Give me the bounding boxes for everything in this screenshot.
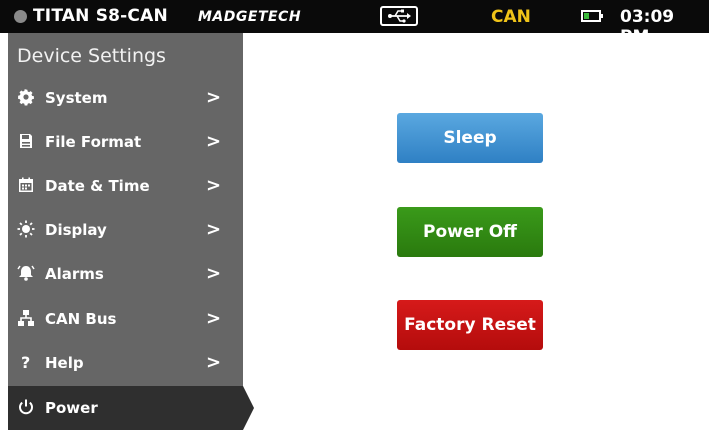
chevron-right-icon: > [206,87,222,108]
power-icon [17,398,35,416]
sidebar-item-label: CAN Bus [45,310,117,328]
sidebar-item-alarms[interactable]: Alarms > [8,252,243,296]
sidebar-item-file-format[interactable]: File Format > [8,120,243,164]
battery-icon [581,10,603,22]
bell-icon [17,264,35,282]
sidebar-title: Device Settings [17,45,166,67]
question-icon: ? [17,353,35,372]
sidebar-item-label: Date & Time [45,177,150,195]
chevron-right-icon: > [206,308,222,329]
power-off-button[interactable]: Power Off [397,207,543,257]
chevron-right-icon: > [206,263,222,284]
chevron-right-icon: > [206,175,222,196]
svg-text:?: ? [21,353,30,371]
status-bar: TITAN S8-CAN MADGETECH CAN 03:09 PM [0,0,709,47]
sidebar-item-help[interactable]: ? Help > [8,341,243,385]
factory-reset-button[interactable]: Factory Reset [397,300,543,350]
sidebar-item-label: Display [45,221,107,239]
sleep-button[interactable]: Sleep [397,113,543,163]
brightness-icon [17,220,35,238]
device-name: TITAN S8-CAN [33,6,168,26]
active-item-indicator [243,386,254,430]
usb-icon [380,6,418,26]
sidebar-item-display[interactable]: Display > [8,208,243,252]
clock: 03:09 PM [620,7,675,47]
calendar-icon [17,176,35,194]
connection-status: CAN [491,7,531,27]
sidebar-item-label: File Format [45,133,142,151]
sidebar-item-system[interactable]: System > [8,76,243,120]
sidebar-item-label: Alarms [45,265,104,283]
brand-logo: MADGETECH [198,9,302,25]
sidebar-item-label: Help [45,354,84,372]
file-icon [17,132,35,150]
sidebar-item-label: System [45,89,108,107]
settings-sidebar: Device Settings System > File Format > D… [8,33,243,430]
network-icon [17,309,35,327]
sidebar-item-date-time[interactable]: Date & Time > [8,164,243,208]
sidebar-item-label: Power [45,399,98,417]
battery-level [584,13,589,19]
chevron-right-icon: > [206,352,222,373]
sidebar-item-power[interactable]: Power [8,386,243,430]
gear-icon [17,88,35,106]
status-dot-icon [14,10,27,23]
sidebar-item-can-bus[interactable]: CAN Bus > [8,297,243,341]
chevron-right-icon: > [206,131,222,152]
chevron-right-icon: > [206,219,222,240]
